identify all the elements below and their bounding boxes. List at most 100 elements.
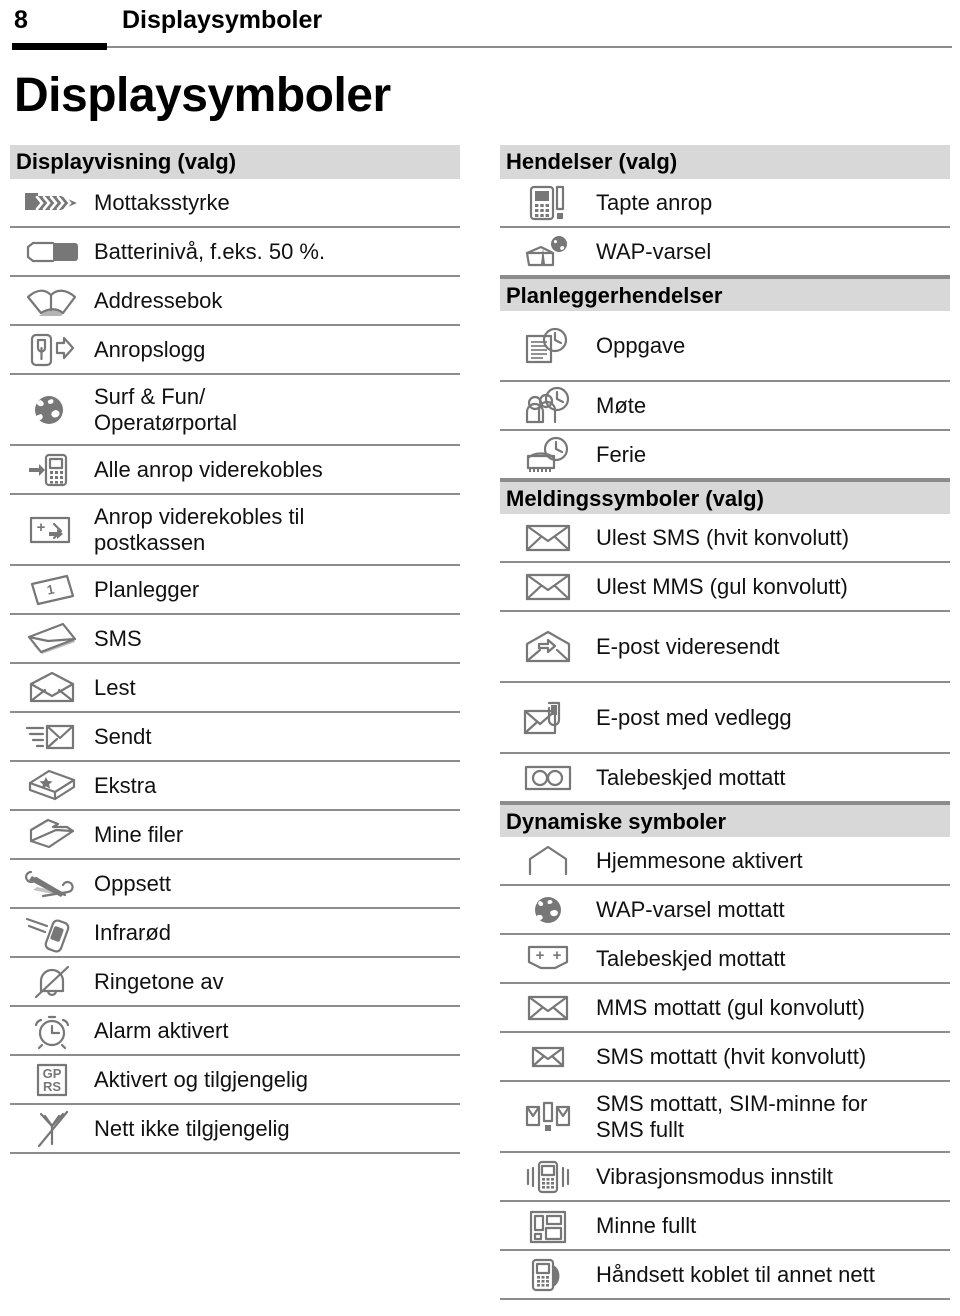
symbol-row: SMS mottatt, SIM-minne for SMS fullt — [500, 1082, 950, 1153]
page-running-header: 8 Displaysymboler — [0, 0, 960, 52]
symbol-row: Lest — [10, 664, 460, 713]
battery-level-icon — [10, 237, 94, 267]
vibration-mode-icon — [500, 1158, 596, 1196]
symbol-label: WAP-varsel — [596, 238, 712, 264]
symbol-row: Mottaksstyrke — [10, 179, 460, 228]
symbol-label: Oppsett — [94, 870, 172, 896]
symbol-row: Sendt — [10, 713, 460, 762]
symbol-row: WAP-varsel — [500, 228, 950, 277]
email-attachment-icon — [500, 699, 596, 737]
task-icon — [500, 326, 596, 366]
symbol-label: Anropslogg — [94, 336, 206, 362]
gprs-icon: GP RS — [10, 1061, 94, 1099]
symbol-row: Ulest MMS (gul konvolutt) — [500, 563, 950, 612]
unread-sms-white-envelope-icon — [500, 521, 596, 555]
symbol-label: Hjemmesone aktivert — [596, 847, 803, 873]
symbol-label: Tapte anrop — [596, 189, 713, 215]
symbol-label: WAP-varsel mottatt — [596, 896, 785, 922]
holiday-icon — [500, 436, 596, 474]
symbol-label: Ekstra — [94, 772, 157, 798]
meeting-icon — [500, 386, 596, 426]
symbol-label: Mottaksstyrke — [94, 189, 230, 215]
page-title: Displaysymboler — [14, 69, 391, 122]
missed-call-icon — [500, 183, 596, 223]
symbol-row: E-post med vedlegg — [500, 683, 950, 754]
symbol-row: Alle anrop viderekobles — [10, 446, 460, 495]
symbol-row: + + Talebeskjed mottatt — [500, 935, 950, 984]
symbol-label: Ringetone av — [94, 968, 224, 994]
email-forwarded-icon — [500, 628, 596, 666]
my-files-folder-icon — [10, 817, 94, 853]
wap-alert-icon — [500, 233, 596, 271]
symbol-label: Batterinivå, f.eks. 50 %. — [94, 238, 326, 264]
symbol-label: Nett ikke tilgjengelig — [94, 1115, 290, 1141]
symbol-label: SMS mottatt, SIM-minne for SMS fullt — [596, 1090, 868, 1142]
svg-text:+: + — [37, 519, 46, 536]
symbol-row: MMS mottatt (gul konvolutt) — [500, 984, 950, 1033]
section-header: Displayvisning (valg) — [10, 145, 460, 179]
section-header: Meldingssymboler (valg) — [500, 480, 950, 514]
sent-envelope-icon — [10, 719, 94, 755]
symbol-label: Sendt — [94, 723, 152, 749]
section-header: Hendelser (valg) — [500, 145, 950, 179]
header-rule-thin — [107, 46, 952, 48]
no-network-icon — [10, 1110, 94, 1148]
home-zone-icon — [500, 844, 596, 878]
read-envelope-icon — [10, 670, 94, 706]
symbol-row: Møte — [500, 382, 950, 431]
symbol-label: Oppgave — [596, 332, 686, 358]
symbol-row: Alarm aktivert — [10, 1007, 460, 1056]
symbol-row: 1 Planlegger — [10, 566, 460, 615]
symbol-label: Aktivert og tilgjengelig — [94, 1066, 309, 1092]
extras-box-icon — [10, 768, 94, 804]
symbol-row: Vibrasjonsmodus innstilt — [500, 1153, 950, 1202]
svg-text:1: 1 — [46, 581, 56, 597]
symbol-row: Oppgave — [500, 311, 950, 382]
symbol-row: Ringetone av — [10, 958, 460, 1007]
symbol-row: WAP-varsel mottatt — [500, 886, 950, 935]
symbol-row: Ferie — [500, 431, 950, 480]
symbol-row: Håndsett koblet til annet nett — [500, 1251, 950, 1300]
symbol-label: Ferie — [596, 441, 647, 467]
organiser-icon: 1 — [10, 572, 94, 608]
symbol-row: E-post videresendt — [500, 612, 950, 683]
symbol-label: Mine filer — [94, 821, 184, 847]
symbol-label: Håndsett koblet til annet nett — [596, 1261, 875, 1287]
mms-received-icon — [500, 992, 596, 1024]
symbol-label: Ulest SMS (hvit konvolutt) — [596, 524, 850, 550]
symbol-row: Addressebok — [10, 277, 460, 326]
roaming-handset-icon — [500, 1256, 596, 1294]
symbol-row: Tapte anrop — [500, 179, 950, 228]
symbol-label: Talebeskjed mottatt — [596, 764, 786, 790]
symbol-label: Planlegger — [94, 576, 200, 602]
ringer-off-icon — [10, 964, 94, 1000]
page-number: 8 — [14, 6, 28, 34]
symbol-row: Hjemmesone aktivert — [500, 837, 950, 886]
symbol-label: Talebeskjed mottatt — [596, 945, 786, 971]
symbol-label: Anrop viderekobles til postkassen — [94, 503, 305, 555]
symbol-row: SMS — [10, 615, 460, 664]
call-divert-all-icon — [10, 451, 94, 489]
symbol-label: SMS — [94, 625, 142, 651]
symbol-label: SMS mottatt (hvit konvolutt) — [596, 1043, 867, 1069]
wap-globe-icon — [500, 893, 596, 927]
symbol-label: Addressebok — [94, 287, 223, 313]
sim-memory-full-icon — [500, 1099, 596, 1135]
signal-strength-icon — [10, 188, 94, 218]
call-log-icon — [10, 331, 94, 369]
symbol-label: Infrarød — [94, 919, 172, 945]
symbol-row: Batterinivå, f.eks. 50 %. — [10, 228, 460, 277]
symbol-label: Møte — [596, 392, 647, 418]
sms-icon — [10, 621, 94, 657]
settings-tools-icon — [10, 866, 94, 902]
symbol-row: Minne fullt — [500, 1202, 950, 1251]
alarm-clock-icon — [10, 1012, 94, 1050]
svg-text:+: + — [553, 947, 562, 964]
symbol-label: Surf & Fun/Operatørportal — [94, 383, 238, 435]
symbol-row: Talebeskjed mottatt — [500, 754, 950, 803]
symbol-label: Alarm aktivert — [94, 1017, 229, 1043]
symbol-label: MMS mottatt (gul konvolutt) — [596, 994, 865, 1020]
symbol-label: E-post videresendt — [596, 633, 780, 659]
call-divert-voicemail-icon: + — [10, 512, 94, 548]
symbol-row: Infrarød — [10, 909, 460, 958]
